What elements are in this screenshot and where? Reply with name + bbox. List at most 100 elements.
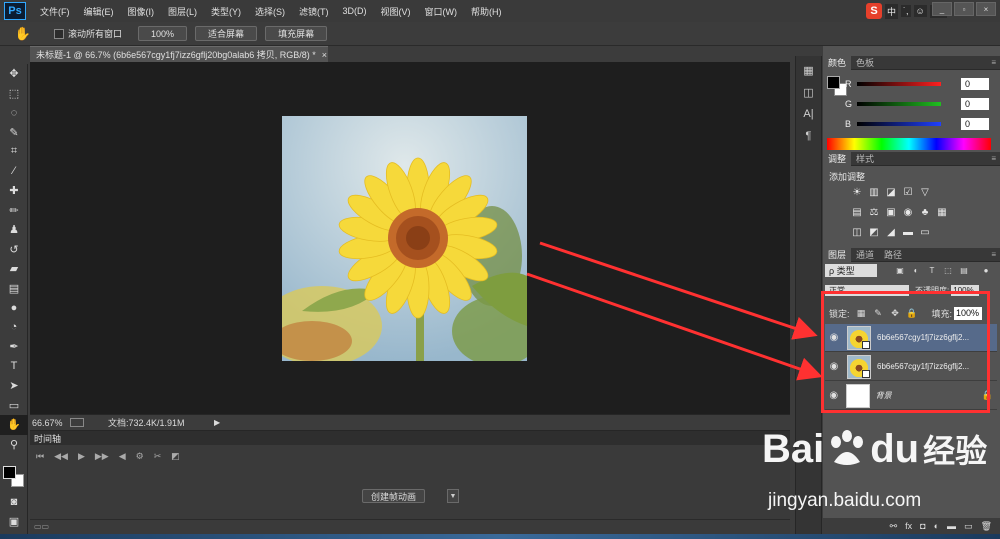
ime-punct-icon[interactable]: ˙, [901,5,911,17]
filter-smart-object-icon[interactable]: ▤ [959,265,969,275]
transition-icon[interactable]: ◩ [171,451,180,462]
blur-tool-icon[interactable]: ● [0,298,28,318]
quick-select-tool-icon[interactable]: ✎ [0,123,28,143]
close-document-icon[interactable]: × [322,50,327,60]
sogou-ime-icon[interactable]: S [866,3,882,19]
ime-mode-icon[interactable]: 中 [885,3,899,19]
brush-tool-icon[interactable]: ✏ [0,201,28,221]
hand-tool-icon[interactable]: ✋ [0,415,28,435]
curves-icon[interactable]: ◪ [885,186,897,198]
tab-swatches[interactable]: 色板 [851,56,879,70]
shape-tool-icon[interactable]: ▭ [0,396,28,416]
pen-tool-icon[interactable]: ✒ [0,337,28,357]
dodge-tool-icon[interactable]: ◔ [0,318,28,338]
fill-screen-button[interactable]: 填充屏幕 [265,26,328,41]
filter-adjustment-icon[interactable]: ◐ [911,265,921,275]
crop-tool-icon[interactable]: ⌗ [0,142,28,162]
minimize-icon[interactable]: _ [932,2,952,16]
ime-emoji-icon[interactable]: ☺ [913,5,927,17]
vibrance-icon[interactable]: ▽ [919,186,931,198]
filter-shape-icon[interactable]: ⬚ [943,265,953,275]
color-lookup-icon[interactable]: ▦ [936,206,948,218]
timeline-options-icon[interactable]: ▭▭ [34,522,49,531]
green-slider[interactable] [857,102,941,106]
scroll-all-windows-checkbox[interactable] [54,28,64,39]
settings-icon[interactable]: ⚙ [136,451,144,462]
tab-adjustments[interactable]: 调整 [823,151,852,166]
hue-saturation-icon[interactable]: ▤ [851,206,863,218]
fg-bg-swatches[interactable] [3,466,25,488]
split-icon[interactable]: ✂ [154,451,162,462]
tab-layers[interactable]: 图层 [823,247,852,262]
hand-tool-preset-icon[interactable]: ✋ [12,25,34,43]
lasso-tool-icon[interactable]: ◌ [0,103,28,123]
marquee-tool-icon[interactable]: ⬚ [0,84,28,104]
type-tool-icon[interactable]: T [0,357,28,377]
character-panel-icon[interactable]: A| [796,104,821,124]
menu-window[interactable]: 窗口(W) [425,5,458,18]
green-value[interactable]: 0 [961,98,989,110]
path-select-tool-icon[interactable]: ➤ [0,376,28,396]
properties-panel-icon[interactable]: ◫ [796,82,821,102]
menu-filter[interactable]: 滤镜(T) [299,5,329,18]
tab-channels[interactable]: 通道 [851,248,879,262]
filter-toggle-icon[interactable]: ● [981,265,991,275]
selective-color-icon[interactable]: ▭ [919,226,931,238]
eyedropper-tool-icon[interactable]: ⁄ [0,162,28,182]
panel-menu-icon[interactable]: ≡ [991,154,996,163]
channel-mixer-icon[interactable]: ♣ [919,206,931,218]
play-icon[interactable]: ▶ [78,451,85,462]
menu-select[interactable]: 选择(S) [255,5,285,18]
menu-file[interactable]: 文件(F) [40,5,70,18]
status-menu-arrow-icon[interactable]: ▶ [214,418,220,427]
color-spectrum[interactable] [827,138,991,150]
foreground-color-swatch[interactable] [3,466,16,479]
create-dropdown-icon[interactable]: ▼ [447,489,459,503]
create-frame-animation-button[interactable]: 创建帧动画 [362,489,426,503]
red-value[interactable]: 0 [961,78,989,90]
zoom-tool-icon[interactable]: ⚲ [0,435,28,455]
move-tool-icon[interactable]: ✥ [0,64,28,84]
paragraph-panel-icon[interactable]: ¶ [796,126,821,146]
history-panel-icon[interactable]: ▦ [796,60,821,80]
panel-menu-icon[interactable]: ≡ [991,58,996,67]
menu-layer[interactable]: 图层(L) [168,5,197,18]
exposure-icon[interactable]: ☑ [902,186,914,198]
quick-mask-icon[interactable]: ◙ [0,492,28,512]
menu-type[interactable]: 类型(Y) [211,5,241,18]
history-brush-tool-icon[interactable]: ↺ [0,240,28,260]
tab-styles[interactable]: 样式 [851,152,879,166]
foreground-color-chip[interactable] [827,76,840,89]
menu-3d[interactable]: 3D(D) [343,6,367,16]
menu-image[interactable]: 图像(I) [128,5,155,18]
first-frame-icon[interactable]: ⏮ [36,451,44,462]
audio-icon[interactable]: ◀ [119,451,126,462]
tab-paths[interactable]: 路径 [879,248,907,262]
menu-help[interactable]: 帮助(H) [471,5,502,18]
zoom-level[interactable]: 66.67% [30,418,66,428]
tab-color[interactable]: 颜色 [823,55,852,70]
blue-value[interactable]: 0 [961,118,989,130]
prev-frame-icon[interactable]: ◀◀ [54,451,68,462]
menu-edit[interactable]: 编辑(E) [84,5,114,18]
blue-slider[interactable] [857,122,941,126]
close-icon[interactable]: × [976,2,996,16]
filter-pixel-icon[interactable]: ▣ [895,265,905,275]
gradient-tool-icon[interactable]: ▤ [0,279,28,299]
menu-view[interactable]: 视图(V) [381,5,411,18]
panel-menu-icon[interactable]: ≡ [991,250,996,259]
clone-stamp-tool-icon[interactable]: ♟ [0,220,28,240]
status-view-icon[interactable] [70,418,84,427]
restore-icon[interactable]: ▫ [954,2,974,16]
healing-brush-tool-icon[interactable]: ✚ [0,181,28,201]
fit-screen-button[interactable]: 适合屏幕 [195,26,258,41]
zoom-100-button[interactable]: 100% [138,26,188,41]
posterize-icon[interactable]: ◩ [868,226,880,238]
color-balance-icon[interactable]: ⚖ [868,206,880,218]
photo-filter-icon[interactable]: ◉ [902,206,914,218]
levels-icon[interactable]: ▥ [868,186,880,198]
gradient-map-icon[interactable]: ▬ [902,226,914,238]
next-frame-icon[interactable]: ▶▶ [95,451,109,462]
document-tab[interactable]: 未标题-1 @ 66.7% (6b6e567cgy1fj7izz6gflj20b… [30,46,328,62]
red-slider[interactable] [857,82,941,86]
